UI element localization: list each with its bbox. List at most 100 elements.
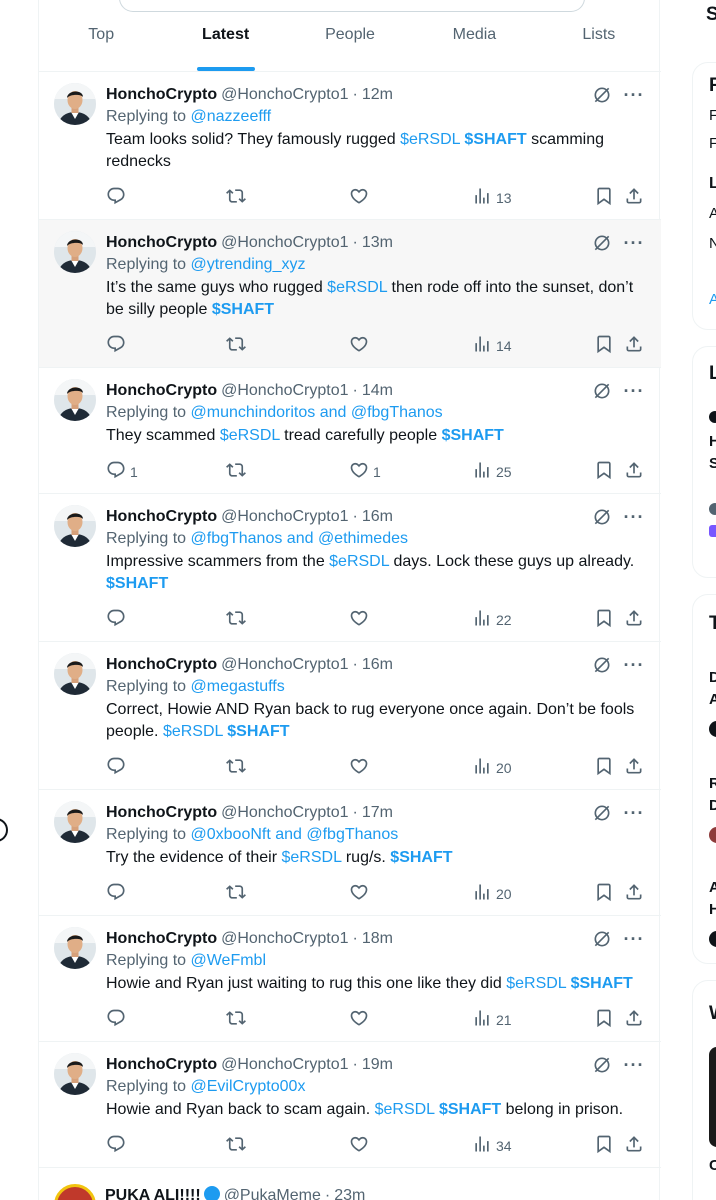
grok-icon[interactable] <box>591 232 613 254</box>
tweet-time[interactable]: 14m <box>362 381 393 401</box>
reply-button[interactable] <box>106 1008 130 1031</box>
retweet-button[interactable] <box>226 186 246 209</box>
author-handle[interactable]: @HonchoCrypto1 <box>221 507 348 527</box>
sidebar-fragment[interactable]: H <box>709 433 716 450</box>
tweet-time[interactable]: 23m <box>334 1187 365 1200</box>
retweet-button[interactable] <box>226 1134 246 1157</box>
bookmark-button[interactable] <box>594 1008 614 1031</box>
more-icon[interactable]: ··· <box>623 654 645 676</box>
tweet-time[interactable]: 17m <box>362 803 393 823</box>
avatar[interactable] <box>54 1184 96 1200</box>
author-name[interactable]: PUKA ALI!!!! <box>105 1187 201 1200</box>
more-icon[interactable]: ··· <box>623 506 645 528</box>
author-handle[interactable]: @HonchoCrypto1 <box>221 929 348 949</box>
tweet-time[interactable]: 19m <box>362 1055 393 1075</box>
avatar[interactable] <box>54 801 96 843</box>
mention-link[interactable]: @EvilCrypto00x <box>191 1078 306 1095</box>
author-name[interactable]: HonchoCrypto <box>106 803 217 823</box>
author-name[interactable]: HonchoCrypto <box>106 507 217 527</box>
mention-link[interactable]: @ytrending_xyz <box>191 256 306 273</box>
author-handle[interactable]: @HonchoCrypto1 <box>221 233 348 253</box>
bookmark-button[interactable] <box>594 334 614 357</box>
reply-button[interactable] <box>106 186 130 209</box>
tweet-time[interactable]: 12m <box>362 85 393 105</box>
share-button[interactable] <box>624 1134 644 1157</box>
share-button[interactable] <box>624 186 644 209</box>
sidebar-fragment[interactable]: A <box>709 691 716 708</box>
tab-top[interactable]: Top <box>39 0 163 71</box>
cashtag-link[interactable]: $SHAFT <box>464 131 526 148</box>
more-icon[interactable]: ··· <box>623 802 645 824</box>
views-button[interactable]: 14 <box>472 334 512 357</box>
views-button[interactable]: 34 <box>472 1134 512 1157</box>
grok-icon[interactable] <box>591 84 613 106</box>
bookmark-button[interactable] <box>594 882 614 905</box>
sidebar-fragment[interactable]: F <box>709 107 716 124</box>
like-button[interactable] <box>349 186 373 209</box>
avatar[interactable] <box>54 379 96 421</box>
views-button[interactable]: 21 <box>472 1008 512 1031</box>
like-button[interactable] <box>349 1134 373 1157</box>
author-name[interactable]: HonchoCrypto <box>106 1055 217 1075</box>
author-handle[interactable]: @HonchoCrypto1 <box>221 85 348 105</box>
bookmark-button[interactable] <box>594 756 614 779</box>
grok-icon[interactable] <box>591 1054 613 1076</box>
retweet-button[interactable] <box>226 334 246 357</box>
mention-link[interactable]: @fbgThanos and @ethimedes <box>191 530 409 547</box>
share-button[interactable] <box>624 608 644 631</box>
tweet[interactable]: ··· HonchoCrypto @HonchoCrypto1 · 16m Replyin… <box>39 494 661 642</box>
reply-button[interactable] <box>106 756 130 779</box>
sidebar-fragment[interactable]: D <box>709 669 716 686</box>
share-button[interactable] <box>624 1008 644 1031</box>
mention-link[interactable]: @megastuffs <box>191 678 285 695</box>
mention-link[interactable]: @WeFmbl <box>191 952 267 969</box>
share-button[interactable] <box>624 882 644 905</box>
cashtag-link[interactable]: $eRSDL <box>220 427 280 444</box>
cashtag-link[interactable]: $eRSDL <box>329 553 389 570</box>
author-handle[interactable]: @HonchoCrypto1 <box>221 1055 348 1075</box>
avatar[interactable] <box>54 927 96 969</box>
retweet-button[interactable] <box>226 882 246 905</box>
like-button[interactable] <box>349 756 373 779</box>
mention-link[interactable]: @0xbooNft and @fbgThanos <box>191 826 399 843</box>
author-name[interactable]: HonchoCrypto <box>106 655 217 675</box>
tweet[interactable]: ··· HonchoCrypto @HonchoCrypto1 · 17m Replyin… <box>39 790 661 916</box>
tab-people[interactable]: People <box>288 0 412 71</box>
bookmark-button[interactable] <box>594 186 614 209</box>
more-icon[interactable]: ··· <box>623 84 645 106</box>
author-handle[interactable]: @PukaMeme <box>224 1187 321 1200</box>
author-handle[interactable]: @HonchoCrypto1 <box>221 655 348 675</box>
tab-latest[interactable]: Latest <box>163 0 287 71</box>
partial-tweet[interactable]: PUKA ALI!!!! @PukaMeme · 23m <box>39 1172 661 1200</box>
tweet-time[interactable]: 16m <box>362 655 393 675</box>
share-button[interactable] <box>624 334 644 357</box>
author-handle[interactable]: @HonchoCrypto1 <box>221 803 348 823</box>
grok-icon[interactable] <box>591 380 613 402</box>
views-button[interactable]: 20 <box>472 756 512 779</box>
sidebar-fragment[interactable]: F <box>709 135 716 152</box>
avatar[interactable] <box>54 505 96 547</box>
cashtag-link[interactable]: $SHAFT <box>571 975 633 992</box>
retweet-button[interactable] <box>226 460 246 483</box>
avatar[interactable] <box>54 231 96 273</box>
grok-icon[interactable] <box>591 654 613 676</box>
bookmark-button[interactable] <box>594 460 614 483</box>
grok-icon[interactable] <box>591 802 613 824</box>
reply-button[interactable] <box>106 1134 130 1157</box>
like-button[interactable] <box>349 882 373 905</box>
cashtag-link[interactable]: $eRSDL <box>400 131 460 148</box>
sidebar-video-thumbnail[interactable] <box>709 1047 716 1147</box>
avatar[interactable] <box>54 653 96 695</box>
grok-icon[interactable] <box>591 506 613 528</box>
views-button[interactable]: 25 <box>472 460 512 483</box>
reply-button[interactable] <box>106 882 130 905</box>
views-button[interactable]: 20 <box>472 882 512 905</box>
cashtag-link[interactable]: $SHAFT <box>442 427 504 444</box>
reply-button[interactable]: 1 <box>106 460 138 483</box>
more-icon[interactable]: ··· <box>623 1054 645 1076</box>
avatar[interactable] <box>54 1053 96 1095</box>
avatar[interactable] <box>54 83 96 125</box>
share-button[interactable] <box>624 756 644 779</box>
mention-link[interactable]: @nazzeefff <box>191 108 272 125</box>
sidebar-fragment[interactable]: A <box>709 879 716 896</box>
